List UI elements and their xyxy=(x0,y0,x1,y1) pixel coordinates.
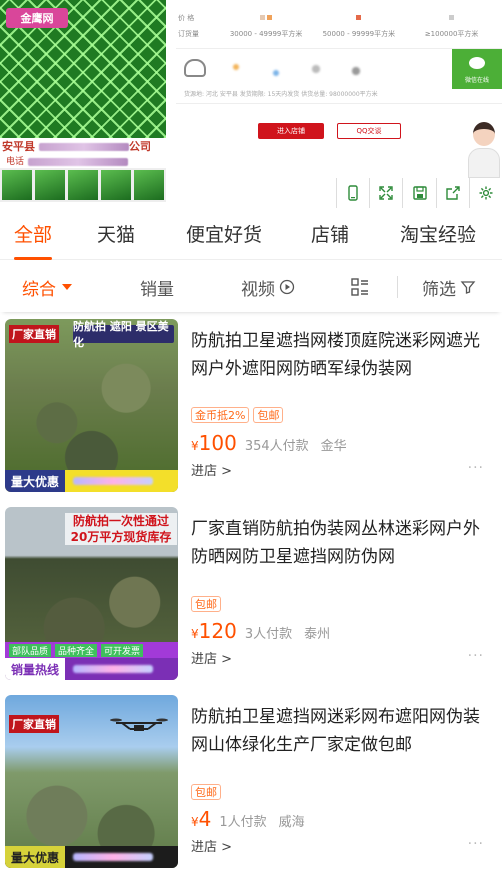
company-name: 安平县 公司 xyxy=(0,138,166,154)
product-title[interactable]: 防航拍卫星遮挡网迷彩网布遮阳网伪装网山体绿化生产厂家定做包邮 xyxy=(191,703,481,759)
image-bottom-band: 量大优惠 xyxy=(5,470,178,492)
qq-chat-button[interactable]: QQ交谈 xyxy=(337,123,401,139)
location: 金华 xyxy=(320,439,347,454)
wechat-button[interactable]: 微信在线 xyxy=(452,49,502,89)
image-bottom-band: 销量热线 xyxy=(5,658,178,680)
product-title[interactable]: 防航拍卫星遮挡网楼顶庭院迷彩网遮光网户外遮阳网防晒军绿伪装网 xyxy=(191,327,481,383)
thumbnail xyxy=(134,170,164,200)
price: 4 xyxy=(198,807,212,831)
price-row: ¥ 100 354人付款 金华 xyxy=(191,431,347,455)
price-label: 价 格 xyxy=(178,14,195,22)
quantity-label: 订货量 xyxy=(178,30,199,38)
more-dots-icon[interactable]: ··· xyxy=(468,648,484,664)
price-row: ¥ 120 3人付款 泰州 xyxy=(191,619,331,643)
product-item[interactable]: 防航拍一次性通过 20万平方现货库存 部队品质 品种齐全 可开发票 销量热线 厂家直销… xyxy=(0,507,502,693)
sort-bar: 综合 销量 视频 筛选 xyxy=(0,262,502,312)
product-item[interactable]: 厂家直销 量大优惠 防航拍卫星遮挡网迷彩网布遮阳网伪装网山体绿化生产厂家定做包邮… xyxy=(0,695,502,872)
image-tag: 厂家直销 xyxy=(9,715,59,733)
badge-group: 金币抵2% 包邮 xyxy=(191,407,284,423)
banner-product-image: 金鹰网 安平县 公司 电话 xyxy=(0,0,166,202)
share-icon[interactable] xyxy=(435,178,469,208)
drone-icon xyxy=(110,718,168,731)
location: 威海 xyxy=(278,815,305,830)
tier-3: ≥100000平方米 xyxy=(424,30,479,38)
badge-group: 包邮 xyxy=(191,596,221,612)
product-title[interactable]: 厂家直销防航拍伪装网丛林迷彩网户外防晒网防卫星遮挡网防伪网 xyxy=(191,515,481,571)
price-row: ¥ 4 1人付款 威海 xyxy=(191,807,305,831)
filter-button[interactable]: 筛选 xyxy=(422,275,476,300)
fullscreen-icon[interactable] xyxy=(369,178,402,208)
sort-default[interactable]: 综合 xyxy=(22,275,72,300)
phone-icon xyxy=(184,59,206,77)
enter-shop-link[interactable]: 进店 > xyxy=(191,648,232,667)
product-image[interactable]: 防航拍一次性通过 20万平方现货库存 部队品质 品种齐全 可开发票 销量热线 xyxy=(5,507,178,680)
thumbnail-strip xyxy=(0,168,166,202)
coin-discount-badge: 金币抵2% xyxy=(191,407,250,423)
thumbnail xyxy=(68,170,98,200)
tier-1: 30000 - 49999平方米 xyxy=(229,30,303,38)
mobile-icon[interactable] xyxy=(336,178,369,208)
company-phone: 电话 xyxy=(0,154,166,168)
sort-video[interactable]: 视频 xyxy=(241,275,295,300)
tab-all[interactable]: 全部 xyxy=(14,220,53,260)
thumbnail xyxy=(35,170,65,200)
sort-sales[interactable]: 销量 xyxy=(140,275,174,300)
badge-group: 包邮 xyxy=(191,784,221,800)
wechat-icon xyxy=(469,57,485,69)
enter-shop-button[interactable]: 进入店铺 xyxy=(258,123,324,139)
save-icon[interactable] xyxy=(402,178,435,208)
list-layout-icon[interactable] xyxy=(350,277,370,297)
price: 120 xyxy=(198,619,237,643)
banner-toolbar xyxy=(336,178,502,208)
image-feature-band: 部队品质 品种齐全 可开发票 xyxy=(5,642,178,658)
location: 泰州 xyxy=(304,627,331,642)
product-item[interactable]: 厂家直销 防航拍 遮阳 景区美化 量大优惠 防航拍卫星遮挡网楼顶庭院迷彩网遮光网… xyxy=(0,319,502,505)
sold-count: 1人付款 xyxy=(219,815,267,830)
tier-2: 50000 - 99999平方米 xyxy=(322,30,396,38)
tab-cheap-goods[interactable]: 便宜好货 xyxy=(186,220,262,247)
play-icon xyxy=(279,279,295,295)
filter-icon xyxy=(460,281,476,294)
shop-banner[interactable]: 金鹰网 安平县 公司 电话 价 格 订货量 30000 - 49999平方米 50… xyxy=(0,0,502,208)
caret-down-icon xyxy=(62,284,72,290)
thumbnail xyxy=(2,170,32,200)
image-tag: 厂家直销 xyxy=(9,325,59,343)
free-shipping-badge: 包邮 xyxy=(191,596,221,612)
enter-shop-link[interactable]: 进店 > xyxy=(191,460,232,479)
settings-icon[interactable] xyxy=(468,178,502,208)
category-tabs: 全部 天猫 便宜好货 店铺 淘宝经验 xyxy=(0,208,502,260)
thumbnail xyxy=(101,170,131,200)
product-image[interactable]: 厂家直销 量大优惠 xyxy=(5,695,178,868)
customer-service-avatar[interactable] xyxy=(466,118,502,180)
enter-shop-link[interactable]: 进店 > xyxy=(191,836,232,855)
price-table: 价 格 订货量 30000 - 49999平方米 50000 - 99999平方… xyxy=(178,10,498,42)
brand-logo: 金鹰网 xyxy=(6,8,68,28)
contact-meta: 货源地: 河北 安平县 发货期限: 15天内发货 供货总量: 98000000平… xyxy=(184,91,378,98)
tab-taobao-experience[interactable]: 淘宝经验 xyxy=(400,220,476,247)
blurred-contact xyxy=(216,61,416,81)
free-shipping-badge: 包邮 xyxy=(191,784,221,800)
tab-tmall[interactable]: 天猫 xyxy=(97,220,135,247)
sold-count: 354人付款 xyxy=(244,439,309,454)
more-dots-icon[interactable]: ··· xyxy=(468,836,484,852)
sort-divider xyxy=(397,276,398,298)
tab-shops[interactable]: 店铺 xyxy=(311,220,349,247)
free-shipping-badge: 包邮 xyxy=(253,407,284,423)
image-headline: 防航拍一次性通过 20万平方现货库存 xyxy=(65,513,177,545)
more-dots-icon[interactable]: ··· xyxy=(468,460,484,476)
image-bottom-band: 量大优惠 xyxy=(5,846,178,868)
price: 100 xyxy=(198,431,237,455)
contact-box: 微信在线 货源地: 河北 安平县 发货期限: 15天内发货 供货总量: 9800… xyxy=(176,48,502,104)
product-image[interactable]: 厂家直销 防航拍 遮阳 景区美化 量大优惠 xyxy=(5,319,178,492)
sold-count: 3人付款 xyxy=(244,627,293,642)
image-title: 防航拍 遮阳 景区美化 xyxy=(73,320,174,349)
